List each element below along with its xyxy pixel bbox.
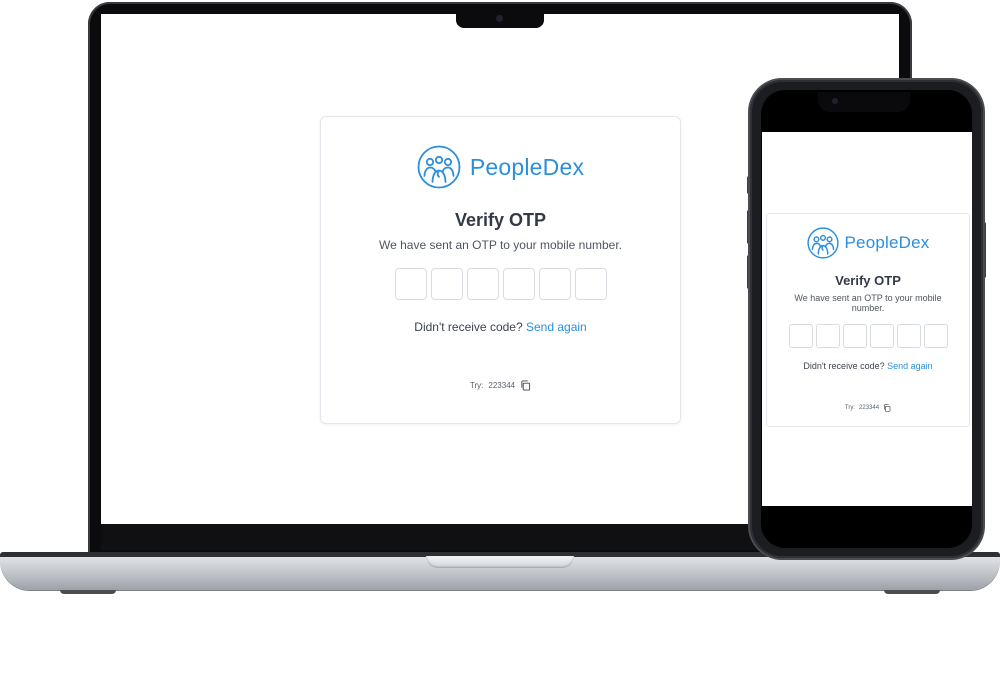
mobile-copy-icon[interactable] [883, 404, 891, 412]
mobile-brand-name: PeopleDex [844, 233, 930, 252]
mobile-hint-prefix: Try: [844, 405, 856, 411]
phone-screen: PeopleDex Verify OTP We have sent an OTP… [762, 132, 972, 506]
mobile-resend-row: Didn't receive code? Send again [767, 361, 969, 371]
mobile-otp-digit-5[interactable] [896, 324, 921, 348]
copy-icon[interactable] [520, 380, 531, 391]
people-group-logo-icon [806, 227, 839, 259]
hint-prefix: Try: [469, 381, 484, 390]
phone-camera [832, 98, 838, 104]
brand-name: PeopleDex [469, 153, 585, 180]
brand: PeopleDex [321, 145, 680, 189]
mobile-otp-subtitle: We have sent an OTP to your mobile numbe… [794, 293, 942, 313]
people-group-logo-icon [417, 145, 461, 189]
mobile-resend-prompt: Didn't receive code? [803, 361, 885, 371]
otp-hint: Try: 223344 [321, 380, 680, 391]
mobile-page-title: Verify OTP [835, 273, 901, 288]
laptop-opening-groove [426, 556, 574, 568]
mobile-send-again-link[interactable]: Send again [887, 361, 933, 371]
otp-digit-2[interactable] [430, 268, 463, 300]
mobile-otp-digit-4[interactable] [869, 324, 894, 348]
device-mockup-stage: PeopleDex Verify OTP We have sent an OTP… [0, 0, 1000, 700]
resend-row: Didn't receive code? Send again [321, 320, 680, 334]
mobile-otp-digit-2[interactable] [815, 324, 840, 348]
otp-digit-1[interactable] [394, 268, 427, 300]
otp-digit-6[interactable] [574, 268, 607, 300]
mobile-otp-digit-3[interactable] [842, 324, 867, 348]
laptop-camera [496, 15, 503, 22]
mobile-otp-digit-1[interactable] [788, 324, 813, 348]
mobile-hint-code: 223344 [859, 405, 880, 411]
mobile-otp-card: PeopleDex Verify OTP We have sent an OTP… [766, 213, 970, 427]
page-title: Verify OTP [454, 210, 547, 230]
otp-card: PeopleDex Verify OTP We have sent an OTP… [320, 116, 681, 424]
hint-code: 223344 [488, 381, 516, 390]
mobile-otp-digit-6[interactable] [923, 324, 948, 348]
otp-digit-4[interactable] [502, 268, 535, 300]
phone-notch [818, 92, 910, 112]
laptop-foot-right [884, 590, 940, 594]
mobile-otp-hint: Try: 223344 [767, 404, 969, 412]
resend-prompt: Didn't receive code? [414, 320, 523, 334]
otp-input-group [321, 268, 680, 300]
otp-digit-5[interactable] [538, 268, 571, 300]
mobile-otp-input-group [767, 324, 969, 348]
otp-digit-3[interactable] [466, 268, 499, 300]
mobile-brand: PeopleDex [767, 227, 969, 259]
otp-subtitle: We have sent an OTP to your mobile numbe… [378, 238, 623, 252]
laptop-notch [456, 10, 544, 28]
laptop-foot-left [60, 590, 116, 594]
send-again-link[interactable]: Send again [526, 320, 587, 334]
